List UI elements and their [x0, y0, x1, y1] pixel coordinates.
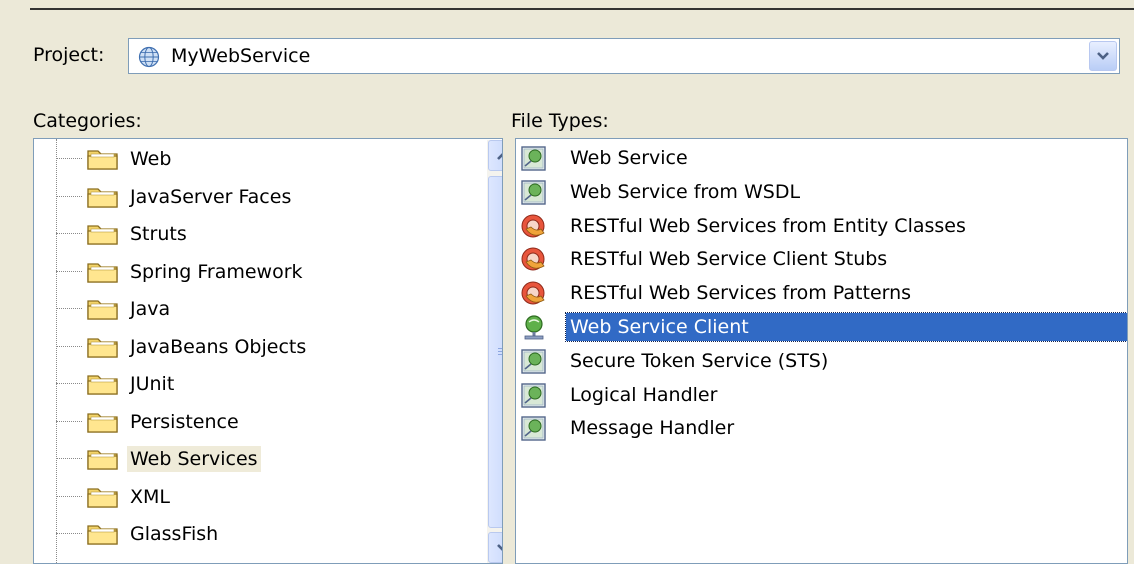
grip-line — [498, 348, 502, 349]
category-item[interactable]: Spring Framework — [34, 255, 449, 289]
file-type-label: RESTful Web Services from Entity Classes — [570, 214, 966, 237]
chevron-down-icon — [1097, 52, 1109, 60]
folder-icon — [87, 187, 118, 208]
tree-connector — [56, 308, 82, 309]
folder-icon — [87, 337, 118, 358]
file-type-item[interactable]: Web Service Client — [516, 310, 1127, 344]
file-type-label: Message Handler — [570, 417, 735, 440]
tree-connector — [56, 458, 82, 459]
category-label: Java — [130, 298, 171, 320]
project-dropdown-button[interactable] — [1089, 41, 1117, 71]
category-item[interactable]: Struts — [34, 217, 449, 251]
file-type-label: Web Service — [570, 147, 688, 169]
category-item[interactable]: Persistence — [34, 405, 449, 439]
project-value: MyWebService — [171, 45, 311, 67]
restful-icon — [521, 281, 545, 305]
category-label: Struts — [130, 223, 187, 245]
project-combobox[interactable]: MyWebService — [128, 38, 1120, 74]
tree-connector — [56, 495, 82, 497]
web-service-icon — [521, 382, 546, 408]
tree-connector — [56, 420, 82, 422]
tree-connector — [56, 533, 82, 534]
project-label: Project: — [33, 44, 105, 66]
file-type-item[interactable]: Logical Handler — [516, 378, 1127, 412]
category-item[interactable]: Java — [34, 292, 449, 326]
web-service-icon — [521, 180, 546, 205]
globe-icon — [138, 46, 160, 68]
folder-icon — [87, 450, 118, 470]
file-type-item[interactable]: RESTful Web Services from Patterns — [516, 276, 1127, 310]
tree-connector — [56, 195, 82, 197]
file-type-item[interactable]: RESTful Web Services from Entity Classes — [516, 209, 1127, 243]
category-label: Web — [130, 148, 172, 170]
tree-connector — [56, 270, 82, 272]
category-item[interactable]: GlassFish — [34, 517, 449, 551]
restful-icon — [521, 214, 545, 238]
folder-icon — [87, 375, 118, 395]
category-item[interactable]: JavaBeans Objects — [34, 330, 449, 364]
category-label: JUnit — [130, 373, 175, 395]
web-service-icon — [521, 349, 546, 374]
tree-connector — [56, 345, 82, 347]
category-item[interactable]: JUnit — [34, 367, 449, 401]
category-label: GlassFish — [130, 523, 219, 545]
category-item[interactable]: JavaServer Faces — [34, 180, 449, 214]
folder-icon — [87, 300, 118, 320]
folder-icon — [87, 262, 118, 283]
categories-tree[interactable]: Web JavaServer Faces Struts Spring Framewor… — [33, 138, 503, 564]
file-types-list[interactable]: Web Service Web Service from WSDL RESTful … — [515, 138, 1128, 564]
folder-icon — [87, 525, 118, 545]
file-type-item[interactable]: Secure Token Service (STS) — [516, 344, 1127, 378]
file-type-label: Web Service Client — [565, 312, 1127, 342]
scroll-up-button[interactable] — [488, 140, 502, 171]
category-label: JavaBeans Objects — [130, 335, 307, 358]
grip-line — [498, 351, 502, 352]
folder-icon — [87, 225, 118, 245]
file-type-label: RESTful Web Services from Patterns — [570, 282, 912, 305]
categories-scrollbar[interactable] — [487, 140, 502, 563]
web-service-icon — [521, 146, 546, 171]
grip-line — [498, 354, 502, 355]
web-service-icon — [521, 416, 546, 442]
file-type-label: Secure Token Service (STS) — [570, 349, 829, 372]
scroll-down-button[interactable] — [488, 532, 502, 563]
file-type-label: Logical Handler — [570, 383, 718, 406]
file-type-item[interactable]: Web Service from WSDL — [516, 175, 1127, 209]
tree-connector — [56, 233, 82, 234]
file-type-item[interactable]: Message Handler — [516, 411, 1127, 445]
file-types-label: File Types: — [511, 110, 609, 132]
categories-label: Categories: — [33, 110, 142, 132]
category-item[interactable]: Web Services — [34, 442, 449, 476]
chevron-up-icon — [497, 153, 502, 160]
file-type-label: RESTful Web Service Client Stubs — [570, 248, 888, 271]
scroll-thumb[interactable] — [488, 176, 502, 528]
category-item[interactable]: XML — [34, 480, 449, 514]
web-service-client-icon — [524, 315, 544, 340]
category-label: Spring Framework — [130, 260, 303, 283]
file-type-item[interactable]: Web Service — [516, 141, 1127, 175]
top-divider — [30, 8, 1134, 10]
category-item[interactable]: Web — [34, 142, 449, 176]
category-label: Persistence — [130, 410, 239, 433]
folder-icon — [87, 487, 118, 508]
file-type-item[interactable]: RESTful Web Service Client Stubs — [516, 242, 1127, 276]
category-label: Web Services — [127, 446, 261, 472]
category-label: JavaServer Faces — [130, 185, 292, 208]
file-type-label: Web Service from WSDL — [570, 180, 801, 203]
category-label: XML — [130, 485, 170, 508]
folder-icon — [87, 150, 118, 170]
restful-icon — [521, 247, 545, 271]
folder-icon — [87, 412, 118, 433]
tree-connector — [56, 158, 82, 159]
tree-connector — [56, 383, 82, 384]
chevron-down-icon — [497, 544, 502, 551]
